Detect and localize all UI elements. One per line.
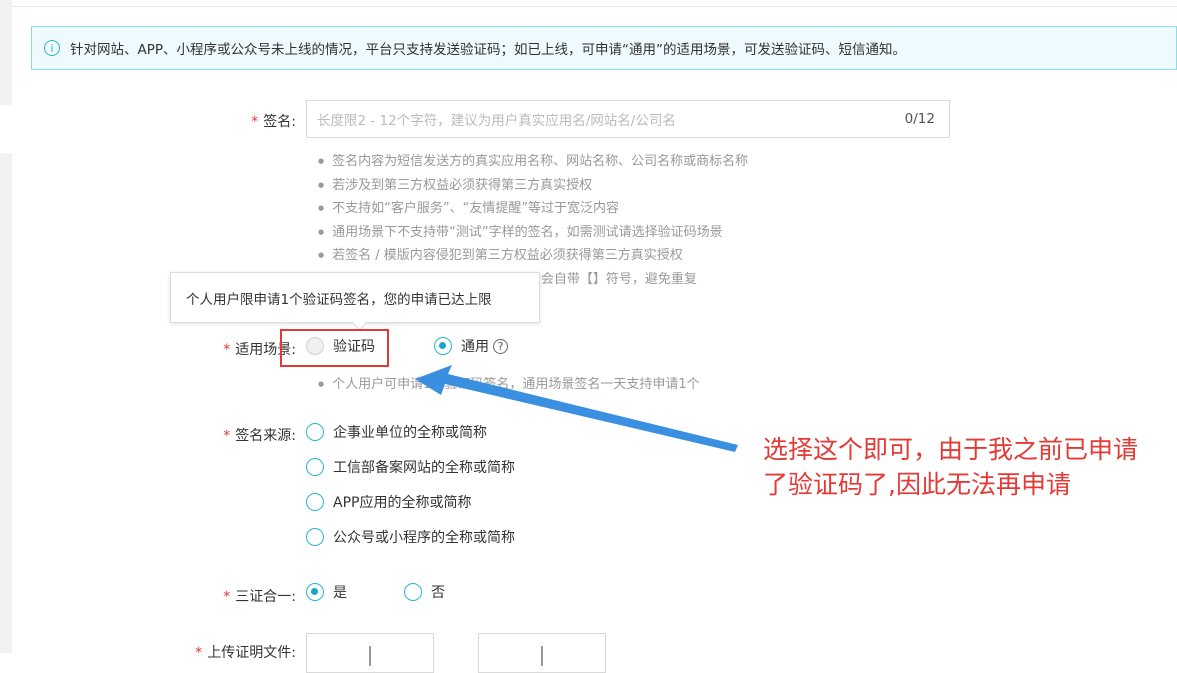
annotation-arrow [415, 365, 738, 452]
annotation-line: 选择这个即可，由于我之前已申请 [763, 435, 1139, 464]
annotation-line: 了验证码了,因此无法再申请 [763, 470, 1071, 499]
annotation-text: 选择这个即可，由于我之前已申请 了验证码了,因此无法再申请 [763, 432, 1138, 502]
arrow-shape [415, 365, 738, 452]
